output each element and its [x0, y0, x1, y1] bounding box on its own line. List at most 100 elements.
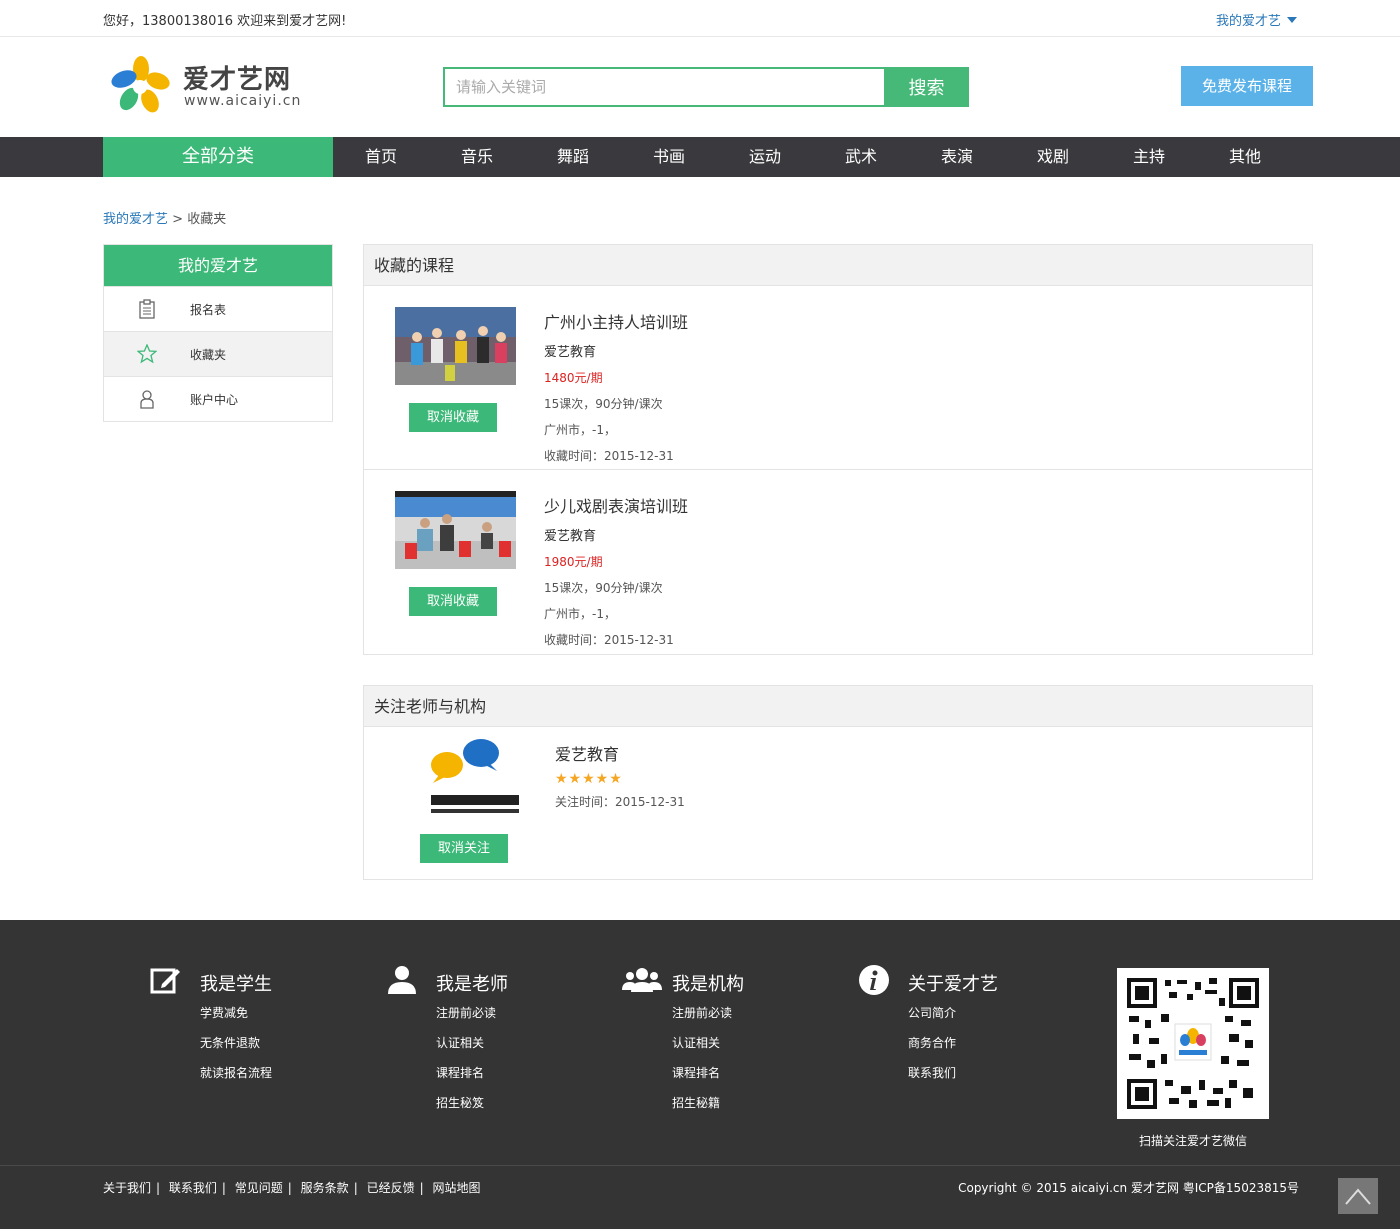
nav-item-hosting[interactable]: 主持 [1101, 137, 1197, 177]
footer-link[interactable]: 认证相关 [672, 1034, 732, 1064]
org-info: 爱艺教育 ★★★★★ 关注时间：2015-12-31 [555, 741, 685, 810]
copyright: Copyright © 2015 aicaiyi.cn 爱才艺网 粤ICP备15… [958, 1181, 1299, 1195]
sidebar-item-account[interactable]: 账户中心 [104, 376, 332, 421]
org-logo[interactable] [425, 737, 525, 817]
course-org: 爱艺教育 [544, 345, 597, 360]
edit-icon [150, 968, 180, 994]
footer-link[interactable]: 招生秘籍 [672, 1094, 732, 1124]
sidebar-item-favorites[interactable]: 收藏夹 [104, 331, 332, 376]
all-categories-button[interactable]: 全部分类 [103, 137, 333, 177]
publish-course-button[interactable]: 免费发布课程 [1181, 66, 1313, 106]
sidebar-item-registrations[interactable]: 报名表 [104, 286, 332, 331]
course-price: 1480元/期 [544, 371, 603, 385]
cancel-favorite-button[interactable]: 取消收藏 [409, 403, 497, 432]
footer-link[interactable]: 课程排名 [672, 1064, 732, 1094]
footer-link[interactable]: 无条件退款 [200, 1034, 272, 1064]
follows-title: 关注老师与机构 [364, 686, 1312, 727]
nav-item-drama[interactable]: 戏剧 [1005, 137, 1101, 177]
sidebar-item-label: 收藏夹 [190, 348, 227, 362]
my-account-label: 我的爱才艺 [1216, 14, 1282, 29]
my-account-dropdown[interactable]: 我的爱才艺 [1216, 10, 1298, 29]
person-icon [388, 966, 416, 994]
breadcrumb-current: 收藏夹 [187, 212, 227, 227]
course-favorite-time: 收藏时间：2015-12-31 [544, 449, 674, 463]
breadcrumb-root-link[interactable]: 我的爱才艺 [103, 212, 168, 227]
org-item: 取消关注 爱艺教育 ★★★★★ 关注时间：2015-12-31 [364, 727, 1312, 879]
link-separator: | [156, 1181, 161, 1195]
search-bar: 搜索 [443, 67, 969, 107]
footer-bottom-links: 关于我们 | 联系我们 | 常见问题 | 服务条款 | 已经反馈 | 网站地图 [103, 1179, 480, 1196]
sidebar-item-label: 账户中心 [190, 393, 239, 407]
footer-bottom-link[interactable]: 关于我们 [103, 1181, 151, 1195]
nav-item-other[interactable]: 其他 [1197, 137, 1293, 177]
footer-link[interactable]: 公司简介 [908, 1004, 956, 1034]
nav-item-martial-arts[interactable]: 武术 [813, 137, 909, 177]
course-item: 取消收藏 广州小主持人培训班 爱艺教育 1480元/期 15课次，90分钟/课次… [364, 286, 1312, 470]
course-item: 取消收藏 少儿戏剧表演培训班 爱艺教育 1980元/期 15课次，90分钟/课次… [364, 470, 1312, 654]
link-separator: | [353, 1181, 358, 1195]
caret-down-icon [1287, 17, 1298, 23]
site-logo[interactable]: 爱才艺网 www.aicaiyi.cn [110, 55, 310, 117]
wechat-qr-code [1117, 968, 1269, 1119]
nav-item-sports[interactable]: 运动 [717, 137, 813, 177]
footer-bottom-link[interactable]: 服务条款 [301, 1181, 349, 1195]
sidebar: 我的爱才艺 报名表 收藏夹 账户中心 [103, 244, 333, 422]
footer-bottom-link[interactable]: 常见问题 [235, 1181, 283, 1195]
nav-item-painting[interactable]: 书画 [621, 137, 717, 177]
nav-item-home[interactable]: 首页 [333, 137, 429, 177]
sidebar-item-label: 报名表 [190, 303, 227, 317]
nav-item-music[interactable]: 音乐 [429, 137, 525, 177]
footer-divider [0, 1165, 1400, 1166]
footer-link[interactable]: 商务合作 [908, 1034, 956, 1064]
footer-link[interactable]: 招生秘笈 [436, 1094, 496, 1124]
footer-link[interactable]: 注册前必读 [672, 1004, 732, 1034]
course-sessions: 15课次，90分钟/课次 [544, 397, 663, 411]
header: 爱才艺网 www.aicaiyi.cn 搜索 免费发布课程 [0, 37, 1400, 137]
footer-link[interactable]: 认证相关 [436, 1034, 496, 1064]
link-separator: | [221, 1181, 226, 1195]
footer-link[interactable]: 就读报名流程 [200, 1064, 272, 1094]
breadcrumb-separator: > [172, 212, 184, 227]
footer-col-title: 我是老师 [436, 974, 508, 995]
course-title[interactable]: 少儿戏剧表演培训班 [544, 493, 688, 517]
footer-bottom-link[interactable]: 联系我们 [169, 1181, 217, 1195]
qr-caption: 扫描关注爱才艺微信 [1138, 1134, 1247, 1148]
course-thumbnail[interactable] [395, 307, 516, 385]
cancel-favorite-button[interactable]: 取消收藏 [409, 587, 497, 616]
welcome-text: 您好，13800138016 欢迎来到爱才艺网! [103, 14, 347, 29]
footer-col-title: 我是机构 [672, 974, 744, 995]
footer-link[interactable]: 学费减免 [200, 1004, 272, 1034]
breadcrumb: 我的爱才艺 > 收藏夹 [103, 208, 226, 227]
nav-items: 首页 音乐 舞蹈 书画 运动 武术 表演 戏剧 主持 其他 [333, 137, 1293, 177]
unfollow-button[interactable]: 取消关注 [420, 834, 508, 863]
flower-logo-icon [111, 56, 170, 113]
favorites-panel: 收藏的课程 取消收藏 广州小主持人培训班 爱艺教育 1480元/期 15课次，9… [363, 244, 1313, 655]
org-name[interactable]: 爱艺教育 [555, 741, 685, 765]
footer-link[interactable]: 注册前必读 [436, 1004, 496, 1034]
rating-stars-icon: ★★★★★ [555, 771, 623, 787]
search-input[interactable] [443, 67, 885, 107]
course-info: 少儿戏剧表演培训班 爱艺教育 1980元/期 15课次，90分钟/课次 广州市，… [544, 493, 688, 657]
nav-item-performance[interactable]: 表演 [909, 137, 1005, 177]
chevron-up-icon [1345, 1188, 1371, 1205]
footer-bottom-link[interactable]: 已经反馈 [367, 1181, 415, 1195]
qr-code-image [1125, 976, 1261, 1111]
footer-bottom-link[interactable]: 网站地图 [432, 1181, 480, 1195]
nav-item-dance[interactable]: 舞蹈 [525, 137, 621, 177]
info-icon [859, 965, 889, 995]
course-info: 广州小主持人培训班 爱艺教育 1480元/期 15课次，90分钟/课次 广州市，… [544, 309, 688, 473]
follow-time: 关注时间：2015-12-31 [555, 795, 685, 809]
footer-link[interactable]: 联系我们 [908, 1064, 956, 1094]
course-location: 广州市，-1， [544, 423, 616, 437]
course-title[interactable]: 广州小主持人培训班 [544, 309, 688, 333]
course-thumbnail[interactable] [395, 491, 516, 569]
footer-link[interactable]: 课程排名 [436, 1064, 496, 1094]
favorites-title: 收藏的课程 [364, 245, 1312, 286]
search-button[interactable]: 搜索 [884, 67, 969, 107]
back-to-top-button[interactable] [1338, 1178, 1378, 1214]
course-photo-image [395, 307, 516, 385]
footer-col-title: 我是学生 [200, 974, 272, 995]
main-nav: 全部分类 首页 音乐 舞蹈 书画 运动 武术 表演 戏剧 主持 其他 [0, 137, 1400, 177]
top-bar: 您好，13800138016 欢迎来到爱才艺网! 我的爱才艺 [0, 0, 1400, 37]
course-photo-image [395, 491, 516, 569]
